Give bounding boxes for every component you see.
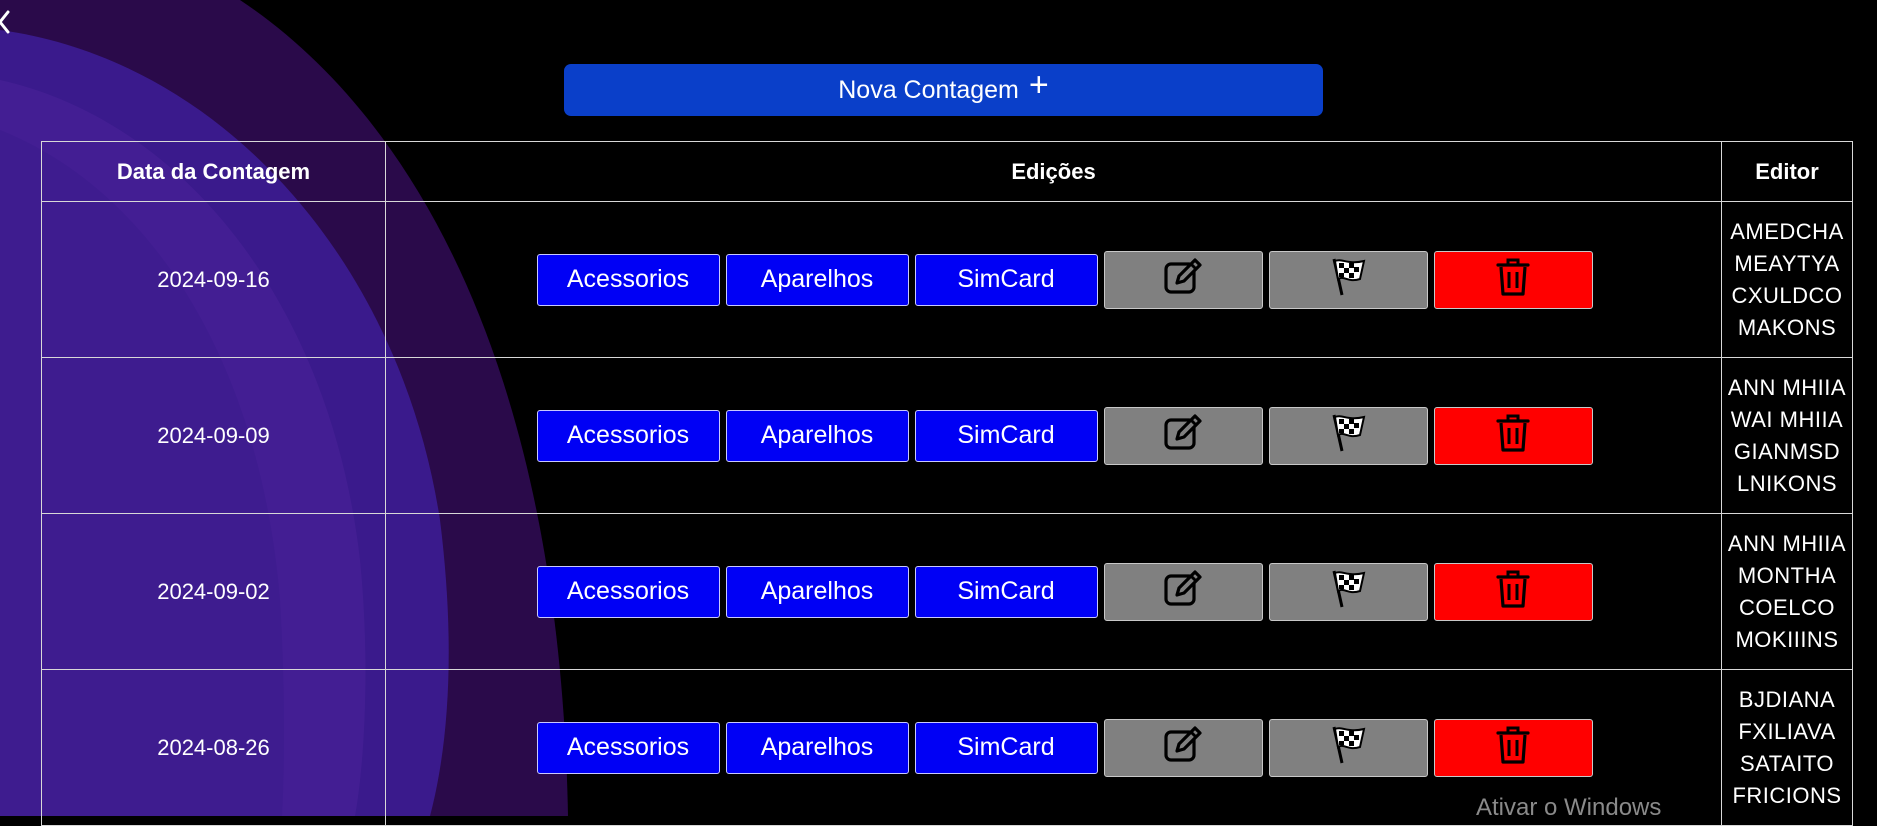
aparelhos-button[interactable]: Aparelhos	[725, 253, 909, 306]
row-actions: Acessorios Aparelhos SimCard	[387, 406, 1720, 465]
plus-icon: +	[1028, 66, 1049, 104]
trash-icon	[1493, 724, 1533, 772]
editor-name: BJDIANA FXILIAVA SATAITO FRICIONS	[1721, 669, 1853, 826]
row-actions: Acessorios Aparelhos SimCard	[387, 718, 1720, 777]
header-editions: Edições	[385, 141, 1722, 202]
aparelhos-button[interactable]: Aparelhos	[725, 721, 909, 774]
header-editor: Editor	[1721, 141, 1853, 202]
delete-button[interactable]	[1433, 562, 1593, 621]
count-date: 2024-09-16	[41, 201, 386, 358]
aparelhos-button[interactable]: Aparelhos	[725, 409, 909, 462]
acessorios-button[interactable]: Acessorios	[536, 409, 720, 462]
checkered-flag-icon	[1326, 567, 1370, 617]
checkered-flag-icon	[1326, 411, 1370, 461]
checkered-flag-icon	[1326, 723, 1370, 773]
trash-icon	[1493, 412, 1533, 460]
windows-activation-watermark: Ativar o Windows	[1476, 794, 1662, 821]
edit-button[interactable]	[1103, 406, 1263, 465]
checkered-flag-icon	[1326, 255, 1370, 305]
table-header-row: Data da Contagem Edições Editor	[41, 141, 1853, 202]
trash-icon	[1493, 256, 1533, 304]
edit-icon	[1162, 412, 1204, 460]
table-row: 2024-09-02 Acessorios Aparelhos SimCard …	[41, 513, 1853, 670]
delete-button[interactable]	[1433, 250, 1593, 309]
simcard-button[interactable]: SimCard	[914, 253, 1098, 306]
new-count-label: Nova Contagem	[838, 75, 1019, 104]
count-date: 2024-08-26	[41, 669, 386, 826]
count-date: 2024-09-09	[41, 357, 386, 514]
simcard-button[interactable]: SimCard	[914, 409, 1098, 462]
count-date: 2024-09-02	[41, 513, 386, 670]
acessorios-button[interactable]: Acessorios	[536, 565, 720, 618]
acessorios-button[interactable]: Acessorios	[536, 721, 720, 774]
edit-icon	[1162, 256, 1204, 304]
table-row: 2024-09-16 Acessorios Aparelhos SimCard …	[41, 201, 1853, 358]
editions-cell: Acessorios Aparelhos SimCard	[385, 201, 1722, 358]
editor-name: ANN MHIIA MONTHA COELCO MOKIIINS	[1721, 513, 1853, 670]
edit-icon	[1162, 568, 1204, 616]
aparelhos-button[interactable]: Aparelhos	[725, 565, 909, 618]
editions-cell: Acessorios Aparelhos SimCard	[385, 513, 1722, 670]
counts-table: Data da Contagem Edições Editor 2024-09-…	[41, 141, 1853, 826]
edit-icon	[1162, 724, 1204, 772]
finish-button[interactable]	[1268, 406, 1428, 465]
editor-name: AMEDCHA MEAYTYA CXULDCO MAKONS	[1721, 201, 1853, 358]
acessorios-button[interactable]: Acessorios	[536, 253, 720, 306]
edit-button[interactable]	[1103, 718, 1263, 777]
table-row: 2024-09-09 Acessorios Aparelhos SimCard …	[41, 357, 1853, 514]
delete-button[interactable]	[1433, 406, 1593, 465]
simcard-button[interactable]: SimCard	[914, 721, 1098, 774]
finish-button[interactable]	[1268, 250, 1428, 309]
row-actions: Acessorios Aparelhos SimCard	[387, 250, 1720, 309]
row-actions: Acessorios Aparelhos SimCard	[387, 562, 1720, 621]
editor-name: ANN MHIIA WAI MHIIA GIANMSD LNIKONS	[1721, 357, 1853, 514]
edit-button[interactable]	[1103, 562, 1263, 621]
trash-icon	[1493, 568, 1533, 616]
editions-cell: Acessorios Aparelhos SimCard	[385, 357, 1722, 514]
finish-button[interactable]	[1268, 562, 1428, 621]
back-chevron-icon[interactable]	[0, 6, 14, 36]
new-count-button[interactable]: Nova Contagem +	[564, 64, 1323, 116]
simcard-button[interactable]: SimCard	[914, 565, 1098, 618]
header-date: Data da Contagem	[41, 141, 386, 202]
edit-button[interactable]	[1103, 250, 1263, 309]
delete-button[interactable]	[1433, 718, 1593, 777]
finish-button[interactable]	[1268, 718, 1428, 777]
